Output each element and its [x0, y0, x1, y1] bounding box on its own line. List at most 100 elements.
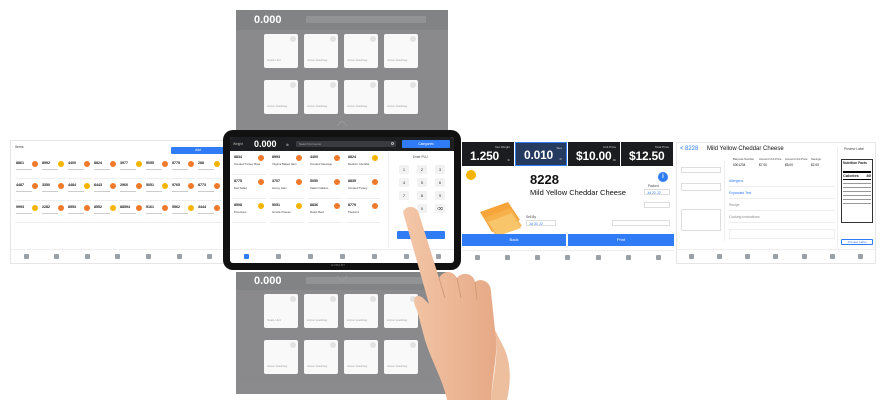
back-link[interactable]: < [680, 146, 684, 152]
product-tile[interactable]: 3707 Honey Ham [270, 177, 304, 199]
strip-tile[interactable]: Action Hashtag [344, 34, 378, 68]
alerts-icon[interactable] [146, 254, 152, 259]
chevron-up-icon[interactable] [336, 116, 348, 128]
labels-icon[interactable] [535, 255, 541, 260]
item-tile[interactable]: 2960 [119, 181, 144, 201]
date-field[interactable] [644, 202, 670, 208]
item-tile[interactable]: 4487 [15, 181, 40, 201]
item-tile[interactable]: 8553 [67, 203, 92, 223]
keypad-key[interactable]: 2 [417, 165, 427, 174]
item-tile[interactable]: 8773 [197, 181, 222, 201]
item-tile[interactable]: 3444 [197, 203, 222, 223]
field-2[interactable] [681, 183, 721, 191]
item-tile[interactable]: 9993 [15, 203, 40, 223]
preview-label-button[interactable]: Preview Label [841, 239, 873, 245]
strip-tile[interactable]: Action Hashtag [264, 340, 298, 374]
field-3[interactable] [681, 209, 721, 231]
items-icon[interactable] [716, 254, 722, 259]
product-tile[interactable]: 8993 Virginia Baked Ham [270, 153, 304, 175]
strip-tile[interactable]: Action Hashtag [304, 340, 338, 374]
keypad-key[interactable]: 4 [399, 178, 409, 187]
product-tile[interactable]: 8779 Pastrami [346, 201, 380, 223]
strip-tile[interactable]: Action Hashtag [264, 80, 298, 114]
item-tile[interactable]: 8552 [93, 203, 118, 223]
packed-field[interactable]: Jul 20, 22 [644, 189, 670, 195]
product-tile[interactable]: 8775 Deli Salad [232, 177, 266, 199]
section-row[interactable]: Recipe [729, 201, 835, 211]
add-button[interactable]: Add [171, 147, 225, 154]
strip-tile[interactable]: Action Hashtag [344, 340, 378, 374]
item-tile[interactable]: 5055 [145, 159, 170, 179]
labels-icon[interactable] [84, 254, 90, 259]
item-tile[interactable]: 5161 [145, 203, 170, 223]
item-tile[interactable]: 5562 [171, 203, 196, 223]
field-1[interactable] [681, 167, 721, 173]
sell-by-field[interactable]: Jul 30, 22 [526, 220, 556, 226]
item-tile[interactable]: 88594 [119, 203, 144, 223]
keypad-key[interactable]: 8 [417, 191, 427, 200]
keypad-key[interactable]: 1 [399, 165, 409, 174]
settings-icon[interactable] [176, 254, 182, 259]
labels-icon[interactable] [745, 254, 751, 259]
item-tile[interactable]: 8775 [171, 159, 196, 179]
more-icon[interactable] [207, 254, 213, 259]
categories-button[interactable]: Categories [402, 140, 450, 148]
strip-tile[interactable]: Action Hashtag [384, 80, 418, 114]
home-icon[interactable] [243, 254, 249, 259]
more-icon[interactable] [858, 254, 864, 259]
item-tile[interactable]: 3977 [119, 159, 144, 179]
alerts-icon[interactable] [801, 254, 807, 259]
items-icon[interactable] [54, 254, 60, 259]
strip-tile[interactable]: Scale Unit [264, 34, 298, 68]
item-tile[interactable]: 4400 [67, 159, 92, 179]
keypad-key[interactable]: 9 [435, 191, 445, 200]
product-tile[interactable]: 8834 Smoked Turkey Breast [232, 153, 266, 175]
product-tile[interactable]: 4400 Smoked Sausage [308, 153, 342, 175]
item-tile[interactable]: 2282 [41, 203, 66, 223]
section-row[interactable]: Expanded Text [729, 189, 835, 199]
strip-tile[interactable]: Action Hashtag [304, 34, 338, 68]
reports-icon[interactable] [115, 254, 121, 259]
item-tile[interactable]: 8824 [93, 159, 118, 179]
keypad-key[interactable]: 7 [399, 191, 409, 200]
product-tile[interactable]: 8824 Medium Cheddar [346, 153, 380, 175]
strip-tile[interactable]: Action Hashtag [304, 80, 338, 114]
settings-icon[interactable] [830, 254, 836, 259]
product-tile[interactable]: 8508 Provolone [232, 201, 266, 223]
item-tile[interactable]: 8861 [15, 159, 40, 179]
product-tile[interactable]: 5050 Salami Italiano [308, 177, 342, 199]
product-tile[interactable]: 8835 Smoked Turkey [346, 177, 380, 199]
product-tile[interactable]: 5051 Gouda Cheese [270, 201, 304, 223]
type-select[interactable] [612, 220, 670, 226]
item-tile[interactable]: 5051 [145, 181, 170, 201]
strip-tile[interactable]: Action Hashtag [304, 294, 338, 328]
home-icon[interactable] [688, 254, 694, 259]
item-tile[interactable]: 9765 [171, 181, 196, 201]
keypad-key[interactable]: 5 [417, 178, 427, 187]
reports-icon[interactable] [565, 255, 571, 260]
strip-tile[interactable]: Action Hashtag [384, 34, 418, 68]
search-input[interactable]: Search for items [296, 141, 396, 147]
product-tile[interactable]: 8836 Roast Beef [308, 201, 342, 223]
strip-tile[interactable]: Action Hashtag [344, 80, 378, 114]
home-icon[interactable] [23, 254, 29, 259]
keypad-key[interactable]: 6 [435, 178, 445, 187]
more-icon[interactable] [656, 255, 662, 260]
alerts-icon[interactable] [595, 255, 601, 260]
item-tile[interactable]: 4484 [67, 181, 92, 201]
labels-icon[interactable] [307, 254, 313, 259]
item-tile[interactable]: 8992 [41, 159, 66, 179]
section-row[interactable]: Allergens [729, 177, 835, 187]
item-tile[interactable]: 8443 [93, 181, 118, 201]
items-icon[interactable] [275, 254, 281, 259]
info-icon[interactable]: i [658, 172, 668, 182]
item-tile[interactable]: 3350 [41, 181, 66, 201]
item-tile[interactable]: 288 [197, 159, 222, 179]
chevron-down-icon[interactable] [336, 272, 348, 284]
reports-icon[interactable] [773, 254, 779, 259]
print-button[interactable]: Print [568, 234, 674, 246]
strip-tile[interactable]: Action Hashtag [344, 294, 378, 328]
keypad-key[interactable]: 3 [435, 165, 445, 174]
settings-icon[interactable] [626, 255, 632, 260]
reports-icon[interactable] [339, 254, 345, 259]
